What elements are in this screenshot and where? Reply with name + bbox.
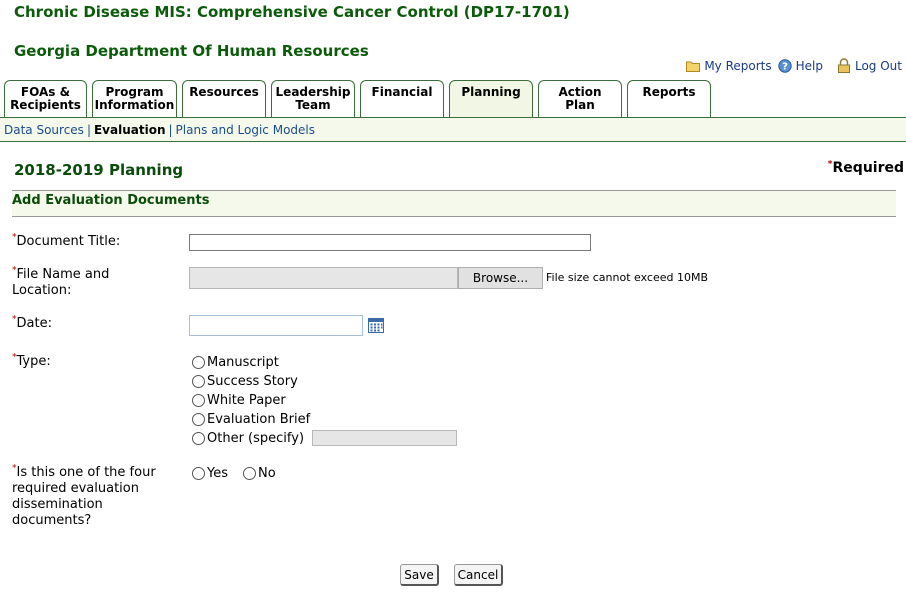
option-label: White Paper (207, 393, 286, 408)
subnav-divider (0, 141, 906, 142)
document-title-label: *Document Title: (12, 233, 121, 250)
type-option-success-story[interactable]: Success Story (192, 374, 298, 389)
option-label: Success Story (207, 374, 298, 389)
option-label: Manuscript (207, 355, 279, 370)
label-text: Document Title: (16, 234, 121, 249)
option-label: No (258, 466, 276, 481)
tab-leadership-team[interactable]: Leadership Team (271, 80, 355, 118)
tab-program-information[interactable]: Program Information (92, 80, 177, 118)
help-label: Help (795, 58, 823, 73)
log-out-link[interactable]: Log Out (837, 58, 902, 73)
radio-button[interactable] (192, 432, 205, 445)
tab-financial[interactable]: Financial (360, 80, 444, 118)
tab-action-plan[interactable]: Action Plan (538, 80, 622, 118)
radio-button[interactable] (192, 394, 205, 407)
tab-label-line2: Team (295, 98, 331, 112)
type-option-evaluation-brief[interactable]: Evaluation Brief (192, 412, 310, 427)
option-label: Evaluation Brief (207, 412, 311, 427)
section-title: Add Evaluation Documents (12, 193, 210, 208)
option-label: Yes (207, 466, 228, 481)
radio-button[interactable] (192, 356, 205, 369)
radio-button[interactable] (192, 467, 205, 480)
type-option-other[interactable]: Other (specify) (192, 431, 304, 446)
label-text: Is this one of the four (16, 465, 156, 480)
save-button[interactable]: Save (400, 564, 439, 586)
svg-text:?: ? (782, 61, 788, 72)
tab-planning[interactable]: Planning (449, 80, 533, 118)
type-label: *Type: (12, 353, 51, 370)
answer-yes[interactable]: Yes (192, 466, 228, 481)
label-text: required evaluation (12, 481, 139, 496)
help-icon: ? (777, 58, 792, 73)
label-text: Date: (16, 316, 52, 331)
date-input[interactable] (189, 315, 363, 336)
required-note: *Required (828, 160, 904, 176)
file-size-hint: File size cannot exceed 10MB (546, 271, 708, 284)
tab-resources[interactable]: Resources (182, 80, 266, 118)
page-title: 2018-2019 Planning (14, 161, 184, 179)
tab-label-line2: Information (94, 98, 175, 112)
radio-button[interactable] (192, 375, 205, 388)
tab-foas-recipients[interactable]: FOAs & Recipients (4, 80, 87, 118)
file-location-label: *File Name and Location: (12, 266, 110, 299)
app-title: Chronic Disease MIS: Comprehensive Cance… (14, 3, 570, 21)
help-link[interactable]: ? Help (777, 58, 823, 73)
subnav-evaluation[interactable]: Evaluation (94, 123, 166, 137)
option-label: Other (specify) (207, 431, 305, 446)
answer-no[interactable]: No (243, 466, 276, 481)
type-option-white-paper[interactable]: White Paper (192, 393, 286, 408)
file-path-field[interactable] (189, 267, 458, 289)
subnav-data-sources[interactable]: Data Sources (4, 123, 84, 137)
my-reports-label: My Reports (704, 58, 772, 73)
date-label: *Date: (12, 315, 52, 332)
type-option-manuscript[interactable]: Manuscript (192, 355, 279, 370)
tab-reports[interactable]: Reports (627, 80, 711, 118)
browse-button[interactable]: Browse... (458, 267, 543, 289)
label-text: documents? (12, 513, 92, 528)
my-reports-link[interactable]: My Reports (686, 58, 772, 73)
label-text: File Name and (16, 267, 110, 282)
top-links: My Reports ? Help Log Out (686, 58, 902, 73)
label-text: Type: (16, 354, 51, 369)
org-name: Georgia Department Of Human Resources (14, 42, 369, 60)
log-out-label: Log Out (854, 58, 902, 73)
subnav-separator: | (168, 123, 173, 137)
label-text: dissemination (12, 497, 103, 512)
calendar-icon[interactable] (368, 318, 384, 333)
radio-button[interactable] (243, 467, 256, 480)
document-title-input[interactable] (189, 234, 591, 251)
label-text: Location: (12, 283, 72, 298)
required-note-label: Required (832, 160, 904, 176)
tab-label-line2: Plan (565, 98, 595, 112)
tab-label-line1: Resources (189, 85, 259, 99)
lock-icon (837, 58, 850, 73)
other-specify-input[interactable] (312, 430, 457, 446)
folder-icon (686, 61, 701, 72)
tab-label-line1: Planning (461, 85, 521, 99)
tab-label-line2: Recipients (10, 98, 81, 112)
cancel-button[interactable]: Cancel (454, 564, 503, 586)
radio-button[interactable] (192, 413, 205, 426)
subnav: Data Sources | Evaluation | Plans and Logic … (4, 123, 315, 137)
subnav-separator: | (86, 123, 91, 137)
main-tabs: FOAs & Recipients Program Information Re… (4, 80, 904, 118)
subnav-plans-logic-models[interactable]: Plans and Logic Models (176, 123, 315, 137)
tab-label-line1: Financial (371, 85, 433, 99)
tab-label-line1: Reports (642, 85, 696, 99)
required-docs-question: *Is this one of the four required evalua… (12, 464, 156, 529)
